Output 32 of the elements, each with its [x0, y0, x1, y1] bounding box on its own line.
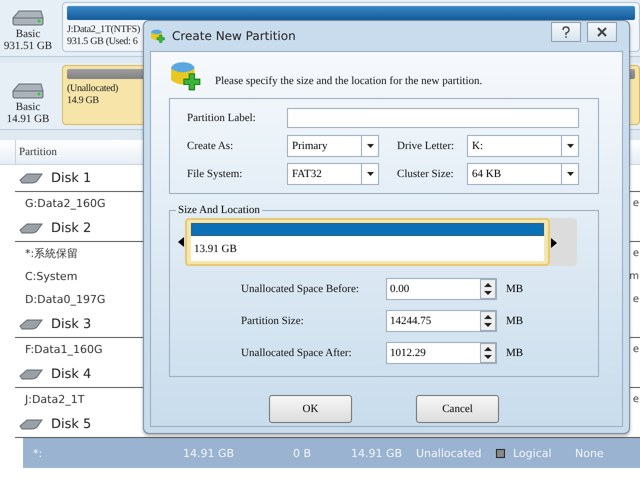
- table-cell-text: 14.91 GB: [351, 446, 404, 460]
- field-label: File System:: [187, 168, 244, 180]
- field-label: Cluster Size:: [397, 168, 455, 180]
- disk-size: 14.91 GB: [6, 113, 50, 125]
- unit-label: MB: [506, 314, 524, 326]
- field-label: Create As:: [187, 140, 234, 152]
- dialog-title: Create New Partition: [172, 29, 297, 43]
- disk-size: 931.51 GB: [4, 40, 52, 52]
- disk-type: Basic: [16, 28, 40, 40]
- partition-name: *:: [33, 446, 44, 460]
- field-label: Unallocated Space Before:: [241, 282, 360, 294]
- table-cell-text: None: [575, 446, 605, 460]
- field-label: Partition Size:: [241, 314, 305, 326]
- unit-label: MB: [506, 282, 524, 294]
- partition-size-label: 13.91 GB: [191, 236, 544, 261]
- table-cell: e: [632, 294, 639, 305]
- partition-name: D:Data0_197G: [25, 293, 106, 306]
- table-cell-text: Unallocated: [416, 446, 482, 460]
- field-label: Drive Letter:: [397, 140, 456, 152]
- table-cell-text: 14.91 GB: [183, 446, 236, 460]
- table-cell-text: 0 B: [293, 446, 312, 460]
- partition-name: J:Data2_1T: [25, 393, 84, 406]
- partition-name: C:System: [25, 270, 78, 283]
- table-cell: e: [632, 394, 639, 405]
- instruction-text: Please specify the size and the location for the new partition.: [215, 75, 482, 87]
- group-title: Size And Location: [177, 204, 261, 216]
- table-cell: m: [629, 271, 639, 282]
- field-label: Partition Label:: [187, 112, 257, 124]
- disk-type: Basic: [16, 101, 40, 113]
- table-cell-text: Logical: [513, 446, 553, 460]
- unit-label: MB: [506, 346, 524, 358]
- field-label: Unallocated Space After:: [241, 346, 353, 358]
